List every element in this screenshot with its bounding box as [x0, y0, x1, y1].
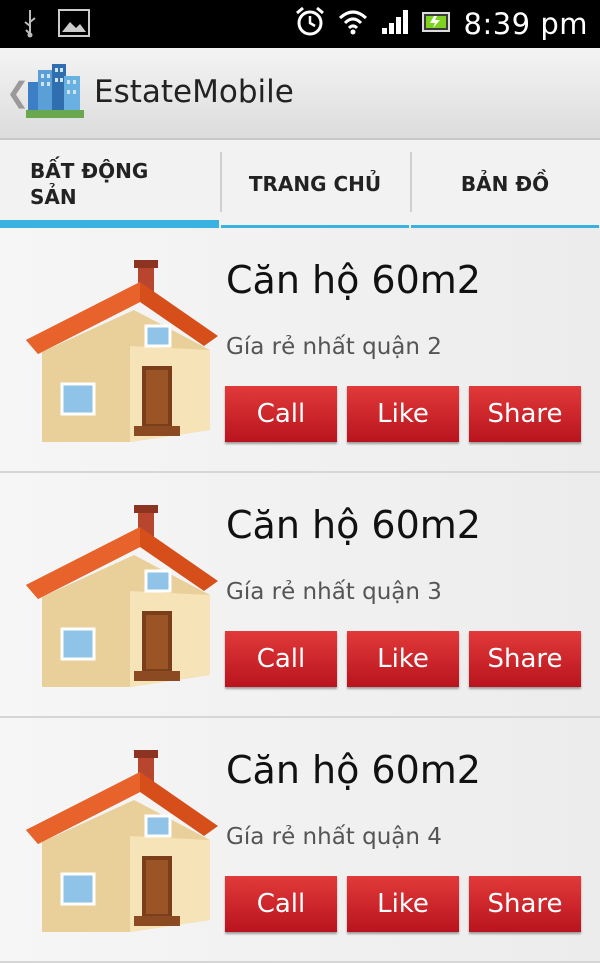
status-bar: 8:39 pm [0, 0, 600, 48]
alarm-icon [294, 6, 326, 42]
tab-label: TRANG CHỦ [248, 172, 382, 196]
call-button[interactable]: Call [225, 876, 337, 932]
listing-title: Căn hộ 60m2 [226, 748, 481, 792]
wifi-icon [338, 8, 368, 40]
app-title: EstateMobile [94, 74, 294, 110]
call-button[interactable]: Call [225, 631, 337, 687]
like-button[interactable]: Like [347, 876, 459, 932]
house-icon [22, 254, 220, 444]
clock-time: 8:39 pm [463, 7, 588, 41]
usb-icon [22, 8, 38, 42]
signal-icon [380, 8, 410, 40]
share-button[interactable]: Share [469, 876, 581, 932]
tab-label: BẤT ĐỘNG SẢN [30, 159, 149, 209]
action-bar: ❮ EstateMobile [0, 48, 600, 140]
listing-title: Căn hộ 60m2 [226, 503, 481, 547]
tab-trang-chu[interactable]: TRANG CHỦ [220, 140, 410, 228]
call-button[interactable]: Call [225, 386, 337, 442]
battery-icon [421, 10, 452, 38]
share-button[interactable]: Share [469, 386, 581, 442]
list-item[interactable]: Căn hộ 60m2 Gía rẻ nhất quận 3 Call Like… [0, 473, 600, 718]
tab-bat-dong-san[interactable]: BẤT ĐỘNG SẢN [0, 140, 220, 228]
house-icon [22, 744, 220, 934]
picture-icon [58, 9, 90, 41]
listing-subtitle: Gía rẻ nhất quận 4 [226, 824, 442, 850]
list-item[interactable]: Căn hộ 60m2 Gía rẻ nhất quận 2 Call Like… [0, 228, 600, 473]
list-item[interactable]: Căn hộ 60m2 Gía rẻ nhất quận 4 Call Like… [0, 718, 600, 963]
tab-bar: BẤT ĐỘNG SẢN TRANG CHỦ BẢN ĐỒ [0, 140, 600, 228]
house-icon [22, 499, 220, 689]
listing-list: Căn hộ 60m2 Gía rẻ nhất quận 2 Call Like… [0, 228, 600, 963]
listing-title: Căn hộ 60m2 [226, 258, 481, 302]
like-button[interactable]: Like [347, 386, 459, 442]
listing-subtitle: Gía rẻ nhất quận 2 [226, 334, 442, 360]
tab-label: BẢN ĐỒ [460, 172, 550, 196]
tab-ban-do[interactable]: BẢN ĐỒ [410, 140, 600, 228]
like-button[interactable]: Like [347, 631, 459, 687]
share-button[interactable]: Share [469, 631, 581, 687]
buildings-logo-icon[interactable] [24, 60, 86, 122]
listing-subtitle: Gía rẻ nhất quận 3 [226, 579, 442, 605]
